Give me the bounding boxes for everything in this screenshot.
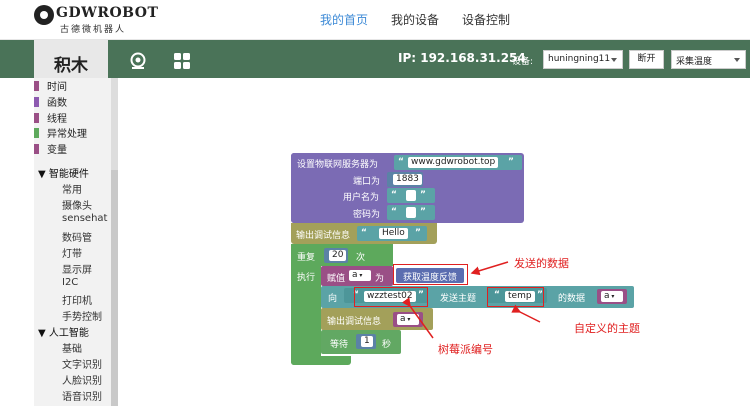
group-ai[interactable]: ▼ 人工智能 (38, 324, 89, 339)
sidebar-item-speech[interactable]: 语音识别 (62, 388, 102, 403)
device-label: 设备: (512, 57, 534, 67)
sidebar-item-basic[interactable]: 基础 (62, 340, 82, 355)
highlight-box-topic (487, 287, 544, 307)
nav-my-devices[interactable]: 我的设备 (391, 11, 439, 28)
device-select-value: huningning11 (548, 54, 611, 64)
repeat-label: 重复 (297, 253, 316, 263)
sidebar-item-led-strip[interactable]: 灯带 (62, 245, 82, 260)
debug-value[interactable]: Hello (379, 228, 408, 239)
logo-subtitle: 古德微机器人 (60, 25, 127, 35)
execute-label: 执行 (297, 273, 316, 283)
iot-server-label: 设置物联网服务器为 (297, 160, 379, 170)
nav-home[interactable]: 我的首页 (320, 11, 368, 28)
wait-value[interactable]: 1 (361, 336, 373, 347)
sidebar-item-sensehat[interactable]: sensehat (62, 213, 107, 224)
blocks-panel-title: 积木 (34, 40, 108, 78)
sidebar-scrollbar-thumb[interactable] (111, 170, 118, 406)
assign-as-label: 为 (375, 274, 385, 284)
nav-device-control[interactable]: 设备控制 (462, 11, 510, 28)
dropdown-arrow-icon: ▾ (405, 316, 411, 323)
grid-icon[interactable] (173, 52, 191, 70)
sidebar-item-ocr[interactable]: 文字识别 (62, 356, 102, 371)
wait-label: 等待 (330, 340, 349, 350)
sidebar-item-common[interactable]: 常用 (62, 181, 82, 196)
debug-label: 输出调试信息 (296, 231, 351, 241)
username-label: 用户名为 (343, 193, 380, 203)
annotation-sent-data: 发送的数据 (514, 257, 569, 270)
block-category-sidebar: 时间 函数 线程 异常处理 变量 ▼ 智能硬件 常用 摄像头 sensehat … (34, 78, 118, 406)
dropdown-arrow-icon: ▾ (357, 272, 363, 279)
to-label: 向 (328, 294, 338, 304)
camera-target-icon[interactable] (129, 52, 147, 70)
category-function[interactable]: 函数 (34, 97, 67, 111)
dropdown-arrow-icon: ▾ (609, 293, 615, 300)
debug2-var-dropdown[interactable]: a ▾ (397, 314, 419, 325)
mode-select-value: 采集温度 (676, 57, 713, 67)
annotation-pi-id: 树莓派编号 (438, 343, 493, 356)
sidebar-item-gesture[interactable]: 手势控制 (62, 308, 102, 323)
assign-var-dropdown[interactable]: a ▾ (349, 270, 371, 281)
logo-text: GDWROBOT (56, 5, 159, 21)
username-value[interactable] (406, 190, 416, 201)
assign-label: 赋值 (327, 274, 346, 284)
server-value[interactable]: www.gdwrobot.top (408, 157, 499, 168)
sidebar-item-i2c[interactable]: I2C (62, 277, 78, 288)
data-label: 的数据 (558, 294, 586, 304)
data-var-dropdown[interactable]: a ▾ (601, 291, 623, 302)
password-label: 密码为 (353, 210, 381, 220)
sidebar-item-printer[interactable]: 打印机 (62, 292, 92, 307)
category-exception[interactable]: 异常处理 (34, 128, 87, 142)
repeat-unit: 次 (356, 253, 366, 263)
annotation-custom-topic: 自定义的主题 (574, 322, 640, 335)
disconnect-button[interactable]: 断开 (629, 50, 664, 69)
category-time[interactable]: 时间 (34, 81, 67, 95)
port-value[interactable]: 1883 (393, 174, 422, 185)
sidebar-item-digit-tube[interactable]: 数码管 (62, 229, 92, 244)
topic-label: 发送主题 (440, 294, 477, 304)
debug2-label: 输出调试信息 (327, 317, 382, 327)
category-thread[interactable]: 线程 (34, 113, 67, 127)
chevron-down-icon (734, 58, 740, 62)
port-label: 端口为 (353, 177, 381, 187)
group-smart-hardware[interactable]: ▼ 智能硬件 (38, 165, 89, 180)
highlight-box-sensor (393, 264, 468, 285)
repeat-count[interactable]: 20 (329, 250, 347, 261)
highlight-box-device (354, 287, 428, 307)
top-bar: GDWROBOT 古德微机器人 我的首页 我的设备 设备控制 (0, 0, 750, 40)
mode-select[interactable]: 采集温度 (671, 50, 746, 69)
wait-unit: 秒 (382, 340, 392, 350)
category-variable[interactable]: 变量 (34, 144, 67, 158)
logo[interactable]: GDWROBOT 古德微机器人 (34, 4, 158, 36)
ip-address: IP: 192.168.31.254 (398, 51, 526, 65)
sidebar-item-face[interactable]: 人脸识别 (62, 372, 102, 387)
sidebar-item-display[interactable]: 显示屏 (62, 261, 92, 276)
chevron-down-icon (611, 58, 617, 62)
logo-icon (34, 5, 54, 25)
password-value[interactable] (406, 207, 416, 218)
device-select[interactable]: huningning11 (543, 50, 623, 69)
sidebar-item-camera[interactable]: 摄像头 (62, 197, 92, 212)
